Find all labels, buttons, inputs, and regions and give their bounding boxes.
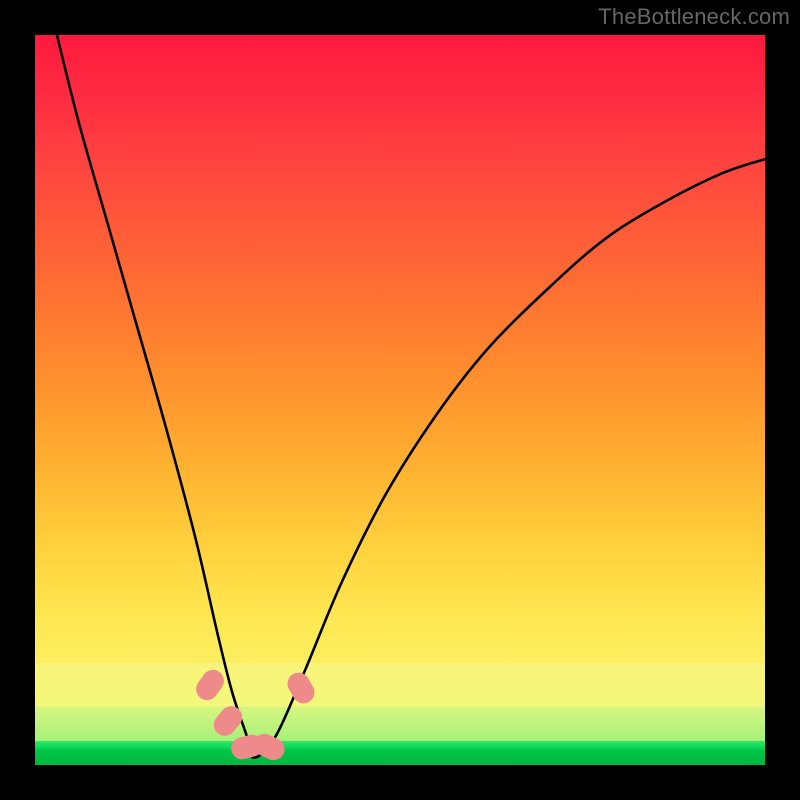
bottleneck-curve xyxy=(35,35,765,765)
plot-area xyxy=(35,35,765,765)
watermark-text: TheBottleneck.com xyxy=(598,4,790,30)
chart-frame: TheBottleneck.com xyxy=(0,0,800,800)
